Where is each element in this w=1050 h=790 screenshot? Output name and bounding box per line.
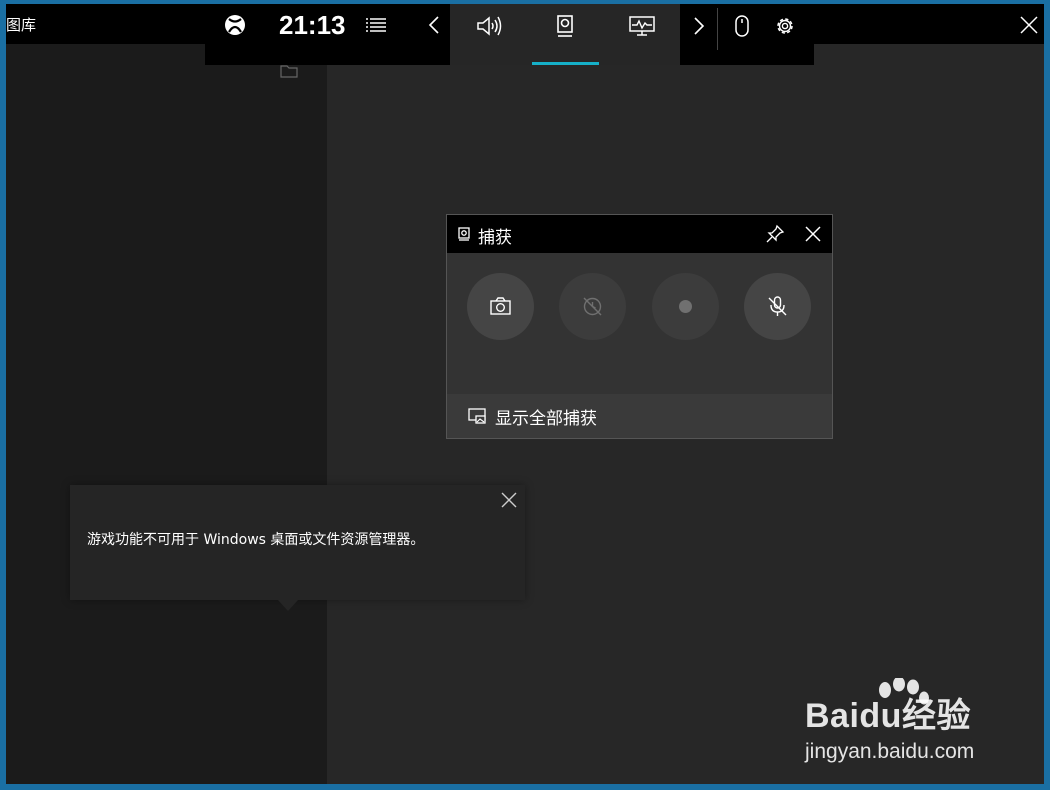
mic-off-icon xyxy=(768,296,787,316)
record-last-30s-button[interactable] xyxy=(559,273,626,340)
camera-icon xyxy=(490,297,511,315)
gallery-label[interactable]: 图库 xyxy=(6,14,36,35)
watermark-url: jingyan.baidu.com xyxy=(805,740,975,763)
capture-widget: 捕获 显示全部捕获 xyxy=(446,214,833,439)
left-panel xyxy=(6,44,327,786)
toast-pointer xyxy=(278,600,298,611)
capture-widget-header[interactable]: 捕获 xyxy=(447,215,832,253)
capture-icon xyxy=(458,227,470,241)
screenshot-button[interactable] xyxy=(467,273,534,340)
mouse-icon[interactable] xyxy=(734,15,750,37)
widget-bar xyxy=(450,4,680,65)
chevron-right-icon[interactable] xyxy=(692,16,706,36)
gallery-icon xyxy=(468,408,486,424)
top-strip-right xyxy=(814,4,1044,44)
clock: 21:13 xyxy=(279,10,346,40)
capture-widget-title: 捕获 xyxy=(478,228,512,248)
folder-icon[interactable] xyxy=(280,63,298,79)
pin-icon[interactable] xyxy=(765,224,785,244)
xbox-icon[interactable] xyxy=(224,14,246,36)
show-all-captures-label: 显示全部捕获 xyxy=(495,409,597,429)
show-all-captures-link[interactable]: 显示全部捕获 xyxy=(447,394,832,438)
close-icon[interactable] xyxy=(1018,14,1040,36)
game-bar-home: 21:13 xyxy=(205,4,450,65)
chevron-left-icon[interactable] xyxy=(427,15,441,35)
paw-logo-icon xyxy=(879,678,929,705)
active-widget-indicator xyxy=(532,62,599,65)
performance-icon[interactable] xyxy=(628,14,656,38)
mic-toggle-button[interactable] xyxy=(744,273,811,340)
start-recording-button[interactable] xyxy=(652,273,719,340)
notification-toast: 游戏功能不可用于 Windows 桌面或文件资源管理器。 xyxy=(70,485,525,611)
gear-icon[interactable] xyxy=(774,15,796,37)
notification-message: 游戏功能不可用于 Windows 桌面或文件资源管理器。 xyxy=(87,532,425,548)
menu-icon[interactable] xyxy=(365,17,387,33)
close-icon[interactable] xyxy=(500,491,518,509)
watermark: Baidu经验 jingyan.baidu.com xyxy=(805,678,1000,768)
game-bar-controls xyxy=(680,4,814,65)
capture-icon[interactable] xyxy=(551,14,579,38)
record-icon xyxy=(679,300,692,313)
divider xyxy=(717,8,718,50)
close-icon[interactable] xyxy=(803,224,823,244)
audio-icon[interactable] xyxy=(475,14,503,38)
record-last-icon xyxy=(583,297,602,316)
